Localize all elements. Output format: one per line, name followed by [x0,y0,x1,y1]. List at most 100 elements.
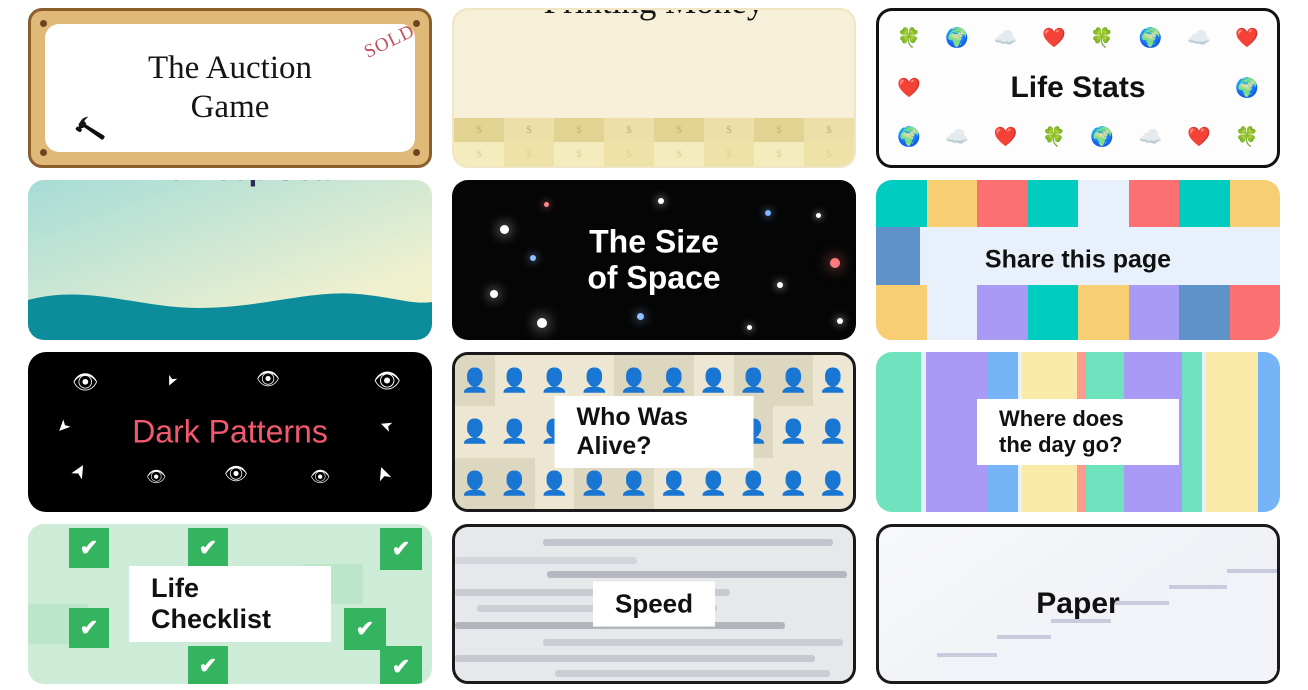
banknote-cell: $ [704,142,754,166]
earth-icon: 🌍 [897,127,921,148]
card-grid: SOLD 🔨 The Auction Game $ $ $ $ $ $ $ $ … [0,0,1308,690]
banknote-strip: $ $ $ $ $ $ $ $ $ $ $ $ $ $ $ $ [454,118,854,166]
card-deep-sea[interactable]: The Deep Sea [28,180,432,340]
checkbox-icon[interactable]: ✔ [344,608,386,650]
card-title-deep-sea: The Deep Sea [28,180,432,188]
speed-label-band: Speed [592,581,716,627]
checkbox-icon[interactable]: ✔ [188,528,228,568]
alive-label-band: Who Was Alive? [554,396,754,468]
eye-icon: 👁 [146,469,167,486]
cloud-icon: ☁️ [945,127,969,148]
cloud-icon: ☁️ [993,28,1018,49]
clover-icon: 🍀 [897,28,921,49]
card-share-this-page[interactable]: Share this page [876,180,1280,340]
earth-icon: 🌍 [1138,28,1163,49]
color-block-row-top [876,180,1280,227]
color-block [1078,285,1129,340]
card-size-of-space[interactable]: The Size of Space [452,180,856,340]
cloud-icon: ☁️ [1186,28,1211,49]
motion-line [543,639,843,646]
card-title-life-checklist: Life Checklist [151,573,272,634]
person-icon: 👤 [778,469,808,496]
color-block [1229,285,1280,340]
card-title-printing-money: Printing Money [454,10,854,22]
cloud-icon: ☁️ [1138,127,1163,148]
card-title-speed: Speed [614,588,694,619]
person-icon: 👤 [500,367,530,394]
banknote-cell: $ [554,142,604,166]
color-block [1229,180,1280,227]
space-title-line1: The Size [589,223,719,260]
motion-line [555,670,830,677]
banknote-cell: $ [654,142,704,166]
banknote-cell: $ [754,142,804,166]
clover-icon: 🍀 [1235,127,1259,148]
card-speed[interactable]: Speed [452,524,856,684]
heart-icon: ❤️ [1186,127,1211,148]
color-stripe [1258,352,1280,512]
frame-screw-icon [413,149,420,156]
banknote-cell: $ [804,118,854,142]
star-icon [837,318,843,324]
star-icon [544,202,549,207]
card-title-where-does-the-day-go: Where does the day go? [999,406,1124,457]
banknote-cell: $ [654,118,704,142]
person-icon: 👤 [818,367,848,394]
card-title-size-of-space: The Size of Space [452,224,856,297]
color-block [1179,180,1230,227]
eye-icon: 👁 [72,371,99,394]
heart-icon: ❤️ [1041,28,1066,49]
card-dark-patterns[interactable]: 👁 ➤ 👁 👁 ➤ ➤ ➤ 👁 👁 👁 ➤ Dark Patterns [28,352,432,512]
card-auction-game[interactable]: SOLD 🔨 The Auction Game [28,8,432,168]
color-block [977,285,1028,340]
star-icon [658,198,664,204]
card-where-does-the-day-go[interactable]: Where does the day go? [876,352,1280,512]
banknote-row: $ $ $ $ $ $ $ $ [454,142,854,166]
person-icon: 👤 [494,457,535,509]
eye-icon: 👁 [373,368,401,393]
banknote-cell: $ [454,118,504,142]
color-block [1078,180,1129,227]
checkbox-icon[interactable]: ✔ [69,608,109,648]
person-icon: 👤 [818,418,848,445]
checkbox-icon[interactable]: ✔ [380,528,422,570]
emoji-row-bottom: 🌍 ☁️ ❤️ 🍀 🌍 ☁️ ❤️ 🍀 [897,128,1259,147]
card-title-life-stats: Life Stats [1010,71,1146,104]
person-icon: 👤 [778,418,808,445]
banknote-cell: $ [754,118,804,142]
color-stripe [1182,352,1202,512]
color-block [977,180,1028,227]
eye-icon: 👁 [310,469,331,486]
checklist-label-band: Life Checklist [129,566,331,642]
color-stripe [1206,352,1258,512]
checkbox-icon[interactable]: ✔ [380,646,422,684]
motion-line [455,655,815,662]
wave-graphic [28,293,432,340]
frame-screw-icon [40,149,47,156]
star-icon [816,213,821,218]
card-paper[interactable]: Paper [876,524,1280,684]
heart-icon: ❤️ [1235,28,1259,49]
heart-icon: ❤️ [993,127,1018,148]
motion-line [455,557,637,564]
earth-icon: 🌍 [945,28,969,49]
card-who-was-alive[interactable]: 👤👤👤👤👤👤👤👤👤👤👤👤👤👤👤👤👤👤👤👤👤👤👤👤👤👤👤👤👤👤 Who Was A… [452,352,856,512]
checkbox-icon[interactable]: ✔ [69,528,109,568]
color-block [1128,285,1179,340]
card-life-stats[interactable]: 🍀 🌍 ☁️ ❤️ 🍀 🌍 ☁️ ❤️ ❤️ 🌍 🌍 ☁️ ❤️ 🍀 🌍 ☁️ … [876,8,1280,168]
card-printing-money[interactable]: $ $ $ $ $ $ $ $ $ $ $ $ $ $ $ $ Printing… [452,8,856,168]
color-block [926,285,977,340]
checkbox-icon[interactable]: ✔ [188,646,228,684]
color-block [876,180,927,227]
person-icon: 👤 [455,457,495,509]
banknote-row: $ $ $ $ $ $ $ $ [454,118,854,142]
star-icon [637,313,644,320]
banknote-cell: $ [604,118,654,142]
card-life-checklist[interactable]: ✔✔✔✔✔✔✔✔ Life Checklist [28,524,432,684]
color-block-row-bottom [876,285,1280,340]
banknote-cell: $ [704,118,754,142]
banknote-cell: $ [604,142,654,166]
color-block [1128,180,1179,227]
person-icon: 👤 [818,469,848,496]
color-block [1179,285,1230,340]
